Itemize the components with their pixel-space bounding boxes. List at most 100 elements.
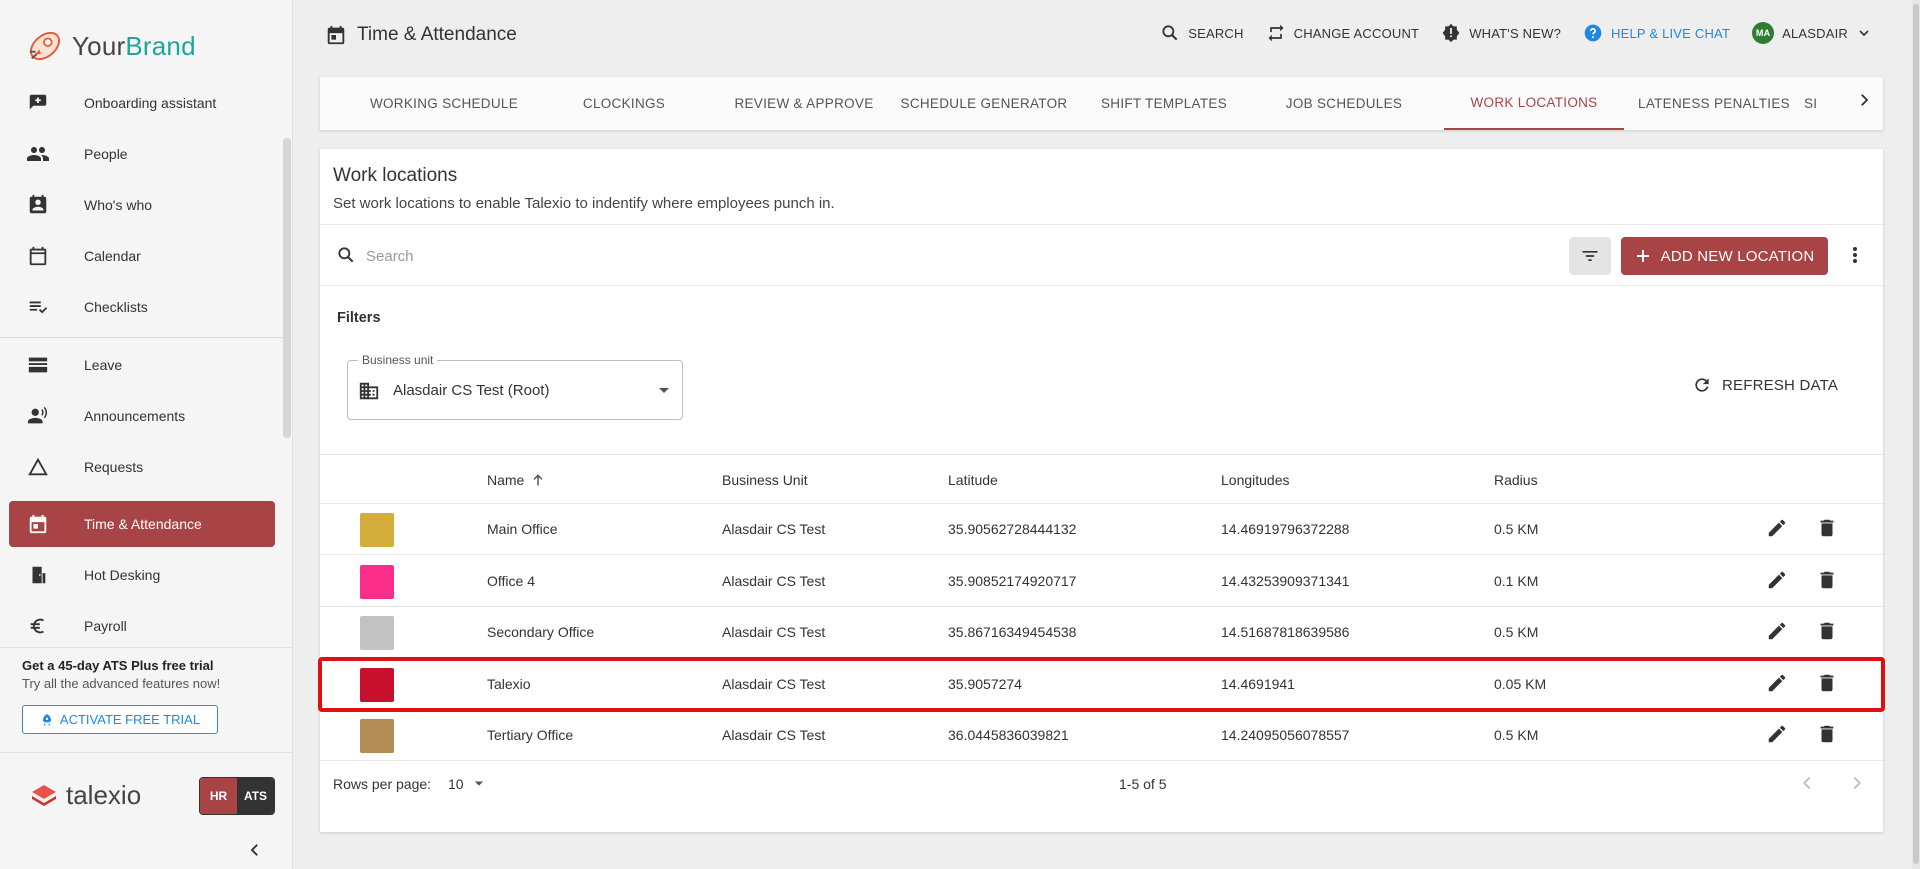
help-chat-button[interactable]: HELP & LIVE CHAT [1583, 23, 1730, 43]
megaphone-icon [26, 404, 50, 428]
new-badge-icon [1442, 23, 1460, 43]
column-name[interactable]: Name [487, 472, 546, 488]
edit-icon[interactable] [1766, 620, 1788, 642]
refresh-data-button[interactable]: REFRESH DATA [1692, 375, 1838, 395]
business-unit-select[interactable]: Business unit Alasdair CS Test (Root) [347, 353, 683, 420]
cell-latitude: 35.9057274 [948, 675, 1022, 692]
calendar-icon [327, 25, 345, 45]
rows-per-page-select[interactable]: 10 [448, 776, 484, 792]
cell-radius: 0.5 KM [1494, 521, 1539, 537]
tab-work-locations[interactable]: WORK LOCATIONS [1444, 77, 1624, 130]
page-scrollbar[interactable] [1912, 0, 1920, 869]
tab-truncated[interactable]: SI [1804, 77, 1844, 130]
location-color-swatch [360, 667, 394, 702]
change-account-button[interactable]: CHANGE ACCOUNT [1266, 23, 1420, 43]
add-new-location-button[interactable]: ADD NEW LOCATION [1621, 237, 1828, 275]
ats-toggle[interactable]: ATS [237, 778, 274, 814]
nav-divider [0, 337, 283, 338]
search-icon [1162, 25, 1178, 41]
cell-latitude: 35.86716349454538 [948, 624, 1077, 640]
rows-per-page-label: Rows per page: [333, 776, 432, 792]
column-latitude[interactable]: Latitude [948, 472, 998, 488]
product-switcher[interactable]: HR ATS [199, 777, 275, 815]
tab-shift-templates[interactable]: SHIFT TEMPLATES [1074, 77, 1254, 130]
rocket-icon [29, 31, 61, 61]
activate-trial-button[interactable]: ACTIVATE FREE TRIAL [22, 705, 218, 734]
table-row[interactable]: Tertiary Office Alasdair CS Test 36.044583… [320, 710, 1883, 761]
sidebar-item-leave[interactable]: Leave [9, 342, 275, 388]
building-icon [359, 382, 379, 400]
collapse-sidebar-icon[interactable] [246, 841, 264, 864]
sidebar-item-hot-desking[interactable]: Hot Desking [9, 552, 275, 598]
cell-name: Main Office [487, 521, 558, 537]
cell-longitude: 14.51687818639586 [1221, 624, 1350, 640]
whats-new-button[interactable]: WHAT'S NEW? [1441, 23, 1561, 43]
sidebar-item-label: Announcements [84, 408, 186, 424]
sidebar-item-calendar[interactable]: Calendar [9, 233, 275, 279]
sidebar-scrollbar[interactable] [283, 138, 291, 438]
sidebar-item-announcements[interactable]: Announcements [9, 393, 275, 439]
card-subtitle: Set work locations to enable Talexio to … [333, 195, 835, 212]
sidebar-item-label: Checklists [84, 299, 148, 315]
edit-icon[interactable] [1766, 672, 1788, 694]
tab-working-schedule[interactable]: WORKING SCHEDULE [354, 77, 534, 130]
leave-icon [26, 353, 50, 377]
tab-lateness-penalties[interactable]: LATENESS PENALTIES [1624, 77, 1804, 130]
chevron-right-icon[interactable] [1855, 91, 1873, 114]
delete-icon[interactable] [1816, 569, 1838, 591]
delete-icon[interactable] [1816, 672, 1838, 694]
sidebar-item-payroll[interactable]: Payroll [9, 603, 275, 649]
user-menu[interactable]: MA ALASDAIR [1752, 22, 1872, 44]
filter-toggle-button[interactable] [1569, 237, 1611, 275]
swap-icon [1268, 24, 1284, 42]
edit-icon[interactable] [1766, 723, 1788, 745]
sidebar-item-label: Payroll [84, 618, 127, 634]
sidebar-item-onboarding[interactable]: Onboarding assistant [9, 80, 275, 126]
sidebar-item-checklists[interactable]: Checklists [9, 284, 275, 330]
work-locations-card: Work locations Set work locations to ena… [318, 149, 1885, 832]
delete-icon[interactable] [1816, 620, 1838, 642]
table-row[interactable]: Talexio Alasdair CS Test 35.9057274 14.4691… [318, 656, 1885, 712]
tab-review-approve[interactable]: REVIEW & APPROVE [714, 77, 894, 130]
trial-promo: Get a 45-day ATS Plus free trial Try all… [0, 647, 292, 753]
sidebar-item-requests[interactable]: Requests [9, 444, 275, 490]
page-scrollbar-thumb[interactable] [1913, 4, 1919, 864]
edit-icon[interactable] [1766, 569, 1788, 591]
search-input[interactable] [366, 243, 1266, 269]
sidebar-item-label: Calendar [84, 248, 141, 264]
sidebar-item-whos-who[interactable]: Who's who [9, 182, 275, 228]
cell-longitude: 14.24095056078557 [1221, 727, 1350, 743]
tab-bar: WORKING SCHEDULE CLOCKINGS REVIEW & APPR… [320, 77, 1883, 130]
cell-name: Office 4 [487, 572, 535, 589]
tab-schedule-generator[interactable]: SCHEDULE GENERATOR [894, 77, 1074, 130]
next-page-icon[interactable] [1846, 772, 1868, 794]
hr-toggle[interactable]: HR [200, 778, 237, 814]
sidebar: YourBrand Onboarding assistant People Wh… [0, 0, 293, 869]
help-icon [1584, 24, 1602, 42]
column-longitude[interactable]: Longitudes [1221, 472, 1290, 488]
table-row[interactable]: Main Office Alasdair CS Test 35.9056272844… [320, 504, 1883, 555]
cell-longitude: 14.4691941 [1221, 675, 1295, 692]
cell-name: Talexio [487, 675, 531, 692]
search-button[interactable]: SEARCH [1160, 23, 1243, 43]
filters-heading: Filters [337, 310, 381, 326]
cell-latitude: 35.90852174920717 [948, 572, 1077, 589]
previous-page-icon[interactable] [1796, 772, 1818, 794]
column-radius[interactable]: Radius [1494, 472, 1538, 488]
tab-clockings[interactable]: CLOCKINGS [534, 77, 714, 130]
brand-logo[interactable]: YourBrand [26, 26, 196, 66]
sidebar-item-people[interactable]: People [9, 131, 275, 177]
table-row[interactable]: Secondary Office Alasdair CS Test 35.86716… [320, 607, 1883, 658]
top-bar: Time & Attendance SEARCH CHANGE ACCOUNT … [293, 0, 1920, 70]
location-color-swatch [360, 616, 394, 650]
sidebar-item-time-attendance[interactable]: Time & Attendance [9, 501, 275, 547]
delete-icon[interactable] [1816, 723, 1838, 745]
edit-icon[interactable] [1766, 517, 1788, 539]
more-options-icon[interactable] [1845, 243, 1865, 272]
table-row[interactable]: Office 4 Alasdair CS Test 35.9085217492071… [320, 556, 1883, 607]
delete-icon[interactable] [1816, 517, 1838, 539]
column-business-unit[interactable]: Business Unit [722, 472, 808, 488]
search-icon [338, 247, 354, 263]
calendar-clock-icon [26, 512, 50, 536]
tab-job-schedules[interactable]: JOB SCHEDULES [1254, 77, 1434, 130]
